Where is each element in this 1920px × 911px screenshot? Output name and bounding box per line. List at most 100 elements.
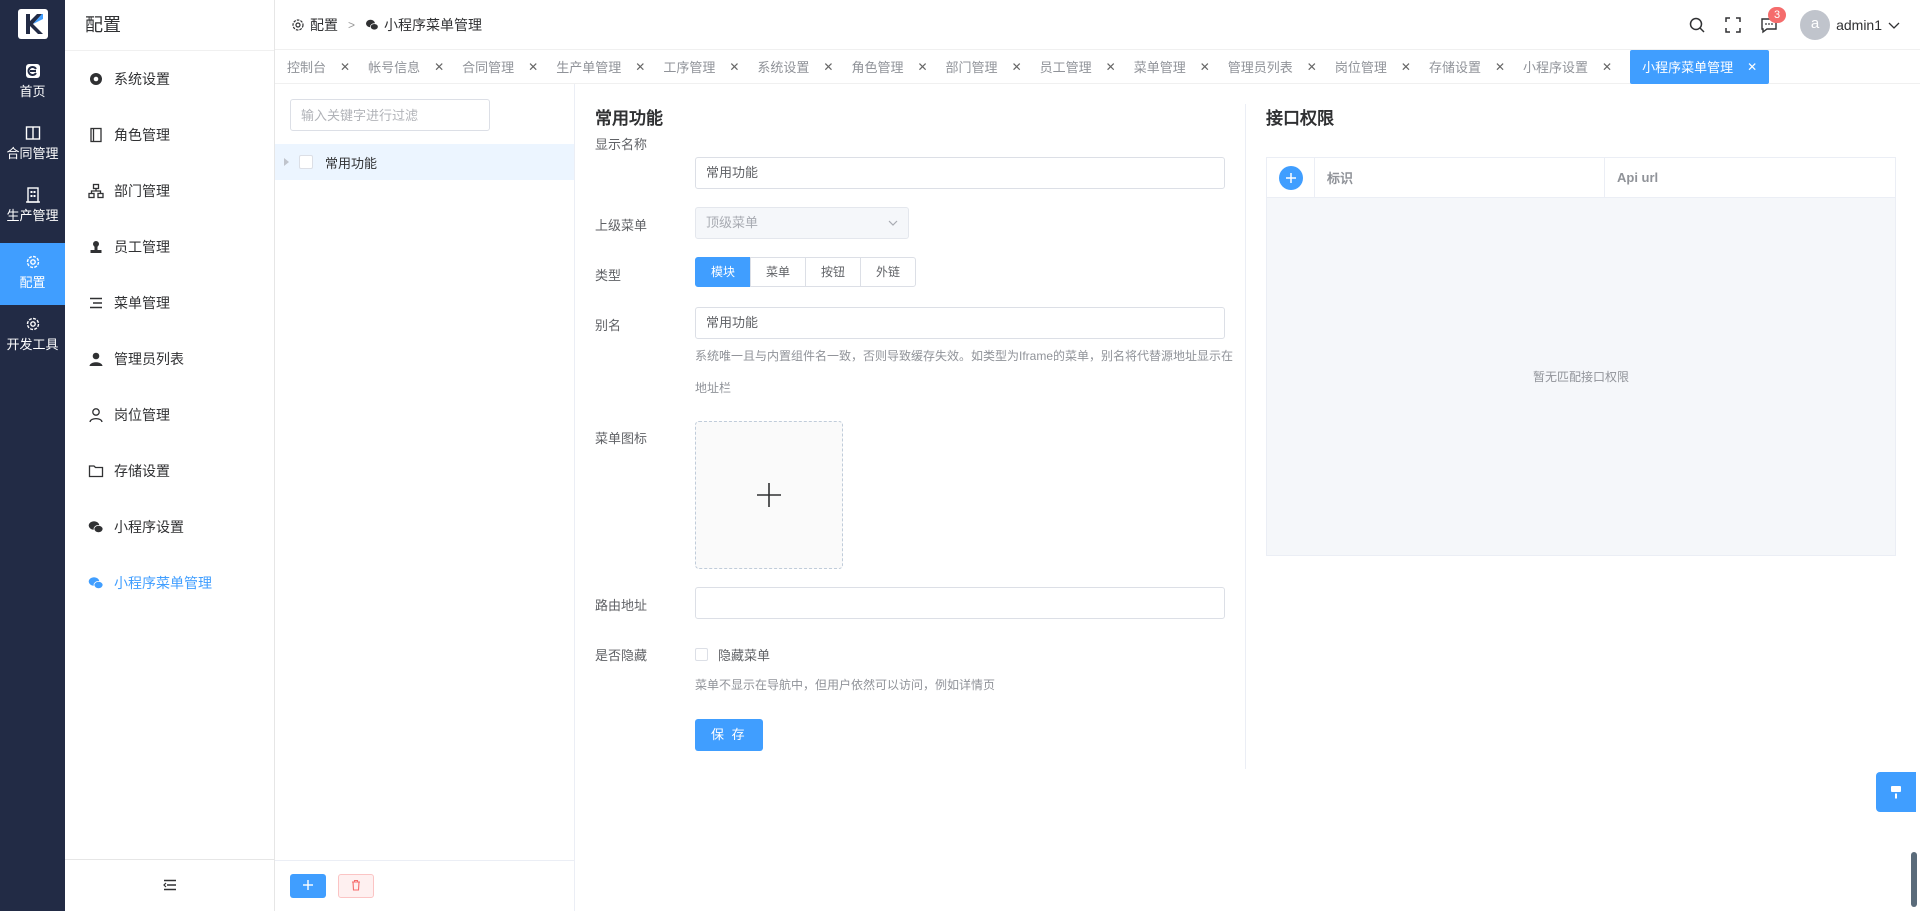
tab-label: 菜单管理 [1133, 60, 1186, 75]
close-icon[interactable]: ✕ [1401, 60, 1411, 74]
column-header-id: 标识 [1315, 158, 1605, 197]
sidebar-item-miniprogram-menu[interactable]: 小程序菜单管理 [65, 555, 274, 611]
tab-label: 角色管理 [851, 60, 904, 75]
display-name-input[interactable]: 常用功能 [695, 157, 1225, 189]
rail-item-home[interactable]: 首页 [0, 52, 65, 114]
parent-menu-label: 上级菜单 [595, 218, 648, 233]
close-icon[interactable]: ✕ [1200, 60, 1210, 74]
tab-menu[interactable]: 菜单管理 ✕ [1134, 50, 1220, 84]
wechat-icon [365, 18, 379, 32]
tab-account[interactable]: 帐号信息 ✕ [368, 50, 454, 84]
hidden-checkbox[interactable]: 隐藏菜单 [695, 645, 770, 664]
tab-employee[interactable]: 员工管理 ✕ [1040, 50, 1126, 84]
tree-node[interactable]: 常用功能 [275, 144, 574, 180]
api-table-header: 标识 Api url [1267, 158, 1895, 198]
sidebar-item-storage[interactable]: 存储设置 [65, 443, 274, 499]
close-icon[interactable]: ✕ [823, 60, 833, 74]
sidebar-menu: 系统设置 角色管理 部门管理 员工管理 菜单管理 管理员列表 岗位管理 存储设置… [65, 51, 274, 611]
close-icon[interactable]: ✕ [434, 60, 444, 74]
close-icon[interactable]: ✕ [1307, 60, 1317, 74]
tab-role[interactable]: 角色管理 ✕ [851, 50, 937, 84]
tab-system-settings[interactable]: 系统设置 ✕ [757, 50, 843, 84]
type-option-module[interactable]: 模块 [695, 257, 752, 287]
tab-production-order[interactable]: 生产单管理 ✕ [556, 50, 655, 84]
close-icon[interactable]: ✕ [340, 60, 350, 74]
tab-contract[interactable]: 合同管理 ✕ [462, 50, 548, 84]
fullscreen-icon[interactable] [1724, 16, 1742, 34]
notification-badge: 3 [1768, 7, 1787, 23]
sidebar-item-menu[interactable]: 菜单管理 [65, 275, 274, 331]
save-button[interactable]: 保 存 [695, 719, 763, 751]
add-node-button[interactable] [290, 874, 326, 898]
left-rail: 首页 合同管理 生产管理 配置 开发工具 [0, 0, 65, 911]
close-icon[interactable]: ✕ [635, 60, 645, 74]
tab-process[interactable]: 工序管理 ✕ [663, 50, 749, 84]
close-icon[interactable]: ✕ [917, 60, 927, 74]
search-icon[interactable] [1688, 16, 1706, 34]
rail-item-label: 生产管理 [6, 208, 59, 223]
message-icon[interactable]: 3 [1760, 7, 1787, 34]
caret-right-icon[interactable] [284, 158, 289, 166]
tab-storage[interactable]: 存储设置 ✕ [1429, 50, 1515, 84]
icon-uploader[interactable] [695, 421, 843, 569]
close-icon[interactable]: ✕ [1106, 60, 1116, 74]
sidebar-item-position[interactable]: 岗位管理 [65, 387, 274, 443]
sidebar-item-department[interactable]: 部门管理 [65, 163, 274, 219]
sidebar-item-miniprogram-settings[interactable]: 小程序设置 [65, 499, 274, 555]
type-option-link[interactable]: 外链 [860, 257, 917, 287]
rail-item-config[interactable]: 配置 [0, 243, 65, 305]
tree-node-checkbox[interactable] [299, 155, 313, 169]
tab-label: 控制台 [287, 60, 327, 75]
type-label: 类型 [595, 268, 622, 283]
folder-icon [88, 463, 104, 479]
username[interactable]: admin1 [1836, 17, 1882, 33]
rail-item-devtools[interactable]: 开发工具 [0, 305, 65, 367]
add-api-button[interactable] [1278, 165, 1303, 190]
tab-position[interactable]: 岗位管理 ✕ [1335, 50, 1421, 84]
menu-form-panel: 常用功能 显示名称 常用功能 上级菜单 顶级菜单 类型 模块 菜单 按钮 外链 … [575, 84, 1246, 911]
avatar[interactable]: a [1800, 10, 1831, 40]
tree-filter-input[interactable] [290, 99, 490, 131]
type-option-menu[interactable]: 菜单 [750, 257, 807, 287]
tab-label: 帐号信息 [368, 60, 421, 75]
tab-miniprogram-menu[interactable]: 小程序菜单管理 ✕ [1630, 49, 1770, 84]
plus-icon [302, 878, 314, 894]
sidebar-item-label: 管理员列表 [114, 351, 184, 367]
type-option-button[interactable]: 按钮 [805, 257, 862, 287]
tab-department[interactable]: 部门管理 ✕ [946, 50, 1032, 84]
breadcrumb: 配置 > 小程序菜单管理 [291, 0, 482, 50]
checkbox-box[interactable] [695, 648, 708, 661]
close-icon[interactable]: ✕ [1602, 60, 1612, 74]
sidebar-collapse-button[interactable] [65, 859, 274, 911]
rail-item-contract[interactable]: 合同管理 [0, 114, 65, 176]
sidebar-item-employee[interactable]: 员工管理 [65, 219, 274, 275]
breadcrumb-item[interactable]: 配置 [310, 15, 338, 35]
parent-menu-select[interactable]: 顶级菜单 [695, 207, 909, 239]
close-icon[interactable]: ✕ [1012, 60, 1022, 74]
display-name-label: 显示名称 [595, 137, 648, 152]
tab-miniprogram-settings[interactable]: 小程序设置 ✕ [1523, 50, 1622, 84]
logo-icon[interactable] [18, 9, 48, 39]
gear-icon [24, 253, 42, 271]
route-input[interactable] [695, 587, 1225, 619]
tab-admin-list[interactable]: 管理员列表 ✕ [1228, 50, 1327, 84]
theme-brush-button[interactable] [1876, 772, 1916, 812]
close-icon[interactable]: ✕ [1495, 60, 1505, 74]
sidebar-item-admin-list[interactable]: 管理员列表 [65, 331, 274, 387]
hidden-hint: 菜单不显示在导航中，但用户依然可以访问，例如详情页 [695, 678, 996, 692]
rail-item-production[interactable]: 生产管理 [0, 176, 65, 238]
column-header-url: Api url [1617, 170, 1659, 185]
tab-dashboard[interactable]: 控制台 ✕ [287, 50, 360, 84]
sidebar-item-role[interactable]: 角色管理 [65, 107, 274, 163]
sidebar-item-system-settings[interactable]: 系统设置 [65, 51, 274, 107]
close-icon[interactable]: ✕ [528, 60, 538, 74]
chevron-down-icon[interactable] [1888, 19, 1900, 31]
delete-node-button[interactable] [338, 874, 374, 898]
collapse-menu-icon [162, 878, 177, 894]
close-icon[interactable]: ✕ [729, 60, 739, 74]
user-outline-icon [88, 407, 104, 423]
close-icon[interactable]: ✕ [1747, 60, 1757, 74]
hidden-checkbox-label: 隐藏菜单 [718, 648, 771, 663]
scrollbar-thumb[interactable] [1911, 852, 1917, 907]
alias-input[interactable]: 常用功能 [695, 307, 1225, 339]
